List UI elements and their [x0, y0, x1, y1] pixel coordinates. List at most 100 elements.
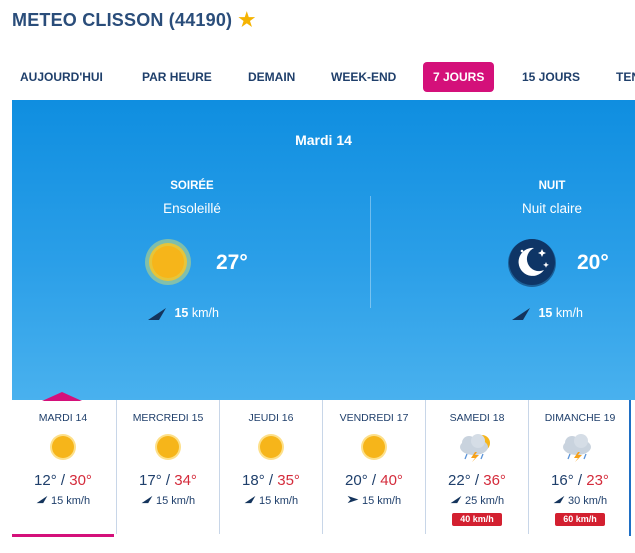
period-wind-night: 15 km/h — [511, 306, 583, 321]
wind-unit: km/h — [377, 495, 402, 507]
storm-cloud-icon — [460, 434, 490, 462]
day-temps: 12° / 30° — [12, 472, 114, 489]
day-wind: 30 km/h — [529, 495, 631, 507]
day-card-friday[interactable]: VENDREDI 17 20° / 40° 15 km/h — [322, 400, 425, 534]
detail-date: Mardi 14 — [295, 132, 352, 148]
day-temps: 17° / 34° — [117, 472, 219, 489]
wind-speed: 25 — [464, 495, 478, 507]
page-title: METEO CLISSON (44190) ★ — [12, 9, 256, 32]
temp-separator: / — [573, 472, 587, 489]
day-name: JEUDI 16 — [248, 412, 294, 424]
day-detail-panel: Mardi 14 SOIRÉE Ensoleillé 27° 15 km/h N… — [12, 100, 635, 400]
sun-icon — [258, 434, 284, 460]
max-temp: 30° — [69, 472, 92, 489]
sun-icon — [155, 434, 181, 460]
wind-unit: km/h — [583, 495, 608, 507]
wind-unit: km/h — [191, 306, 219, 320]
temp-separator: / — [470, 472, 484, 489]
wind-unit: km/h — [66, 495, 91, 507]
wind-direction-icon — [141, 495, 153, 504]
max-temp: 35° — [277, 472, 300, 489]
wind-speed: 15 — [155, 495, 169, 507]
day-temps: 18° / 35° — [220, 472, 322, 489]
wind-speed: 30 — [567, 495, 581, 507]
wind-speed: 15 — [538, 306, 553, 320]
day-card-sunday[interactable]: DIMANCHE 19 16° / 23° 30 km/h 60 km/h — [528, 400, 631, 534]
period-temp-evening: 27° — [216, 251, 248, 274]
strip-edge — [629, 400, 631, 536]
min-temp: 20° — [345, 472, 368, 489]
tab-ten[interactable]: TEN — [616, 62, 635, 92]
day-name: DIMANCHE 19 — [544, 412, 616, 424]
period-desc-evening: Ensoleillé — [163, 201, 221, 216]
wind-unit: km/h — [274, 495, 299, 507]
star-icon[interactable]: ★ — [238, 10, 255, 31]
day-temps: 22° / 36° — [426, 472, 528, 489]
period-wind-evening: 15 km/h — [147, 306, 219, 321]
wind-direction-icon — [450, 495, 462, 504]
period-divider — [370, 196, 371, 308]
storm-cloud-icon — [563, 434, 591, 462]
page-title-text: METEO CLISSON (44190) — [12, 10, 233, 30]
day-wind: 15 km/h — [220, 495, 322, 507]
temp-separator: / — [161, 472, 175, 489]
day-temps: 16° / 23° — [529, 472, 631, 489]
wind-direction-icon — [553, 495, 565, 504]
day-temps: 20° / 40° — [323, 472, 425, 489]
day-card-wednesday[interactable]: MERCREDI 15 17° / 34° 15 km/h — [116, 400, 219, 534]
day-card-thursday[interactable]: JEUDI 16 18° / 35° 15 km/h — [219, 400, 322, 534]
wind-unit: km/h — [480, 495, 505, 507]
daily-forecast-strip: MARDI 14 12° / 30° 15 km/h MERCREDI 15 1… — [12, 400, 631, 537]
wind-direction-icon — [512, 307, 530, 320]
max-temp: 34° — [174, 472, 197, 489]
wind-speed: 15 — [174, 306, 189, 320]
day-name: MARDI 14 — [38, 412, 88, 424]
min-temp: 12° — [34, 472, 57, 489]
temp-separator: / — [56, 472, 70, 489]
min-temp: 22° — [448, 472, 471, 489]
tab-tomorrow[interactable]: DEMAIN — [248, 62, 295, 92]
max-temp: 36° — [483, 472, 506, 489]
period-title-evening: SOIRÉE — [170, 180, 214, 192]
tab-weekend[interactable]: WEEK-END — [331, 62, 396, 92]
tab-15-days[interactable]: 15 JOURS — [522, 62, 580, 92]
min-temp: 18° — [242, 472, 265, 489]
period-temp-night: 20° — [577, 251, 609, 274]
min-temp: 16° — [551, 472, 574, 489]
sun-icon — [50, 434, 76, 460]
day-name: MERCREDI 15 — [132, 412, 204, 424]
tab-today[interactable]: AUJOURD'HUI — [20, 62, 103, 92]
day-name: SAMEDI 18 — [449, 412, 505, 424]
wind-direction-icon — [148, 307, 166, 320]
wind-direction-icon — [244, 495, 256, 504]
max-temp: 23° — [586, 472, 609, 489]
day-name: VENDREDI 17 — [339, 412, 409, 424]
wind-speed: 15 — [361, 495, 375, 507]
day-wind: 15 km/h — [117, 495, 219, 507]
day-wind: 25 km/h — [426, 495, 528, 507]
wind-gust-badge: 40 km/h — [452, 513, 502, 526]
wind-speed: 15 — [258, 495, 272, 507]
tab-hourly[interactable]: PAR HEURE — [142, 62, 212, 92]
temp-separator: / — [367, 472, 381, 489]
temp-separator: / — [264, 472, 278, 489]
min-temp: 17° — [139, 472, 162, 489]
wind-speed: 15 — [50, 495, 64, 507]
wind-direction-icon — [36, 495, 48, 504]
period-desc-night: Nuit claire — [521, 201, 583, 216]
period-title-night: NUIT — [538, 180, 566, 192]
wind-gust-badge: 60 km/h — [555, 513, 605, 526]
day-wind: 15 km/h — [12, 495, 114, 507]
day-card-tuesday[interactable]: MARDI 14 12° / 30° 15 km/h — [12, 400, 114, 537]
max-temp: 40° — [380, 472, 403, 489]
wind-direction-icon — [347, 495, 359, 504]
day-card-saturday[interactable]: SAMEDI 18 22° / 36° 25 km/h 40 km/h — [425, 400, 528, 534]
tab-7-days[interactable]: 7 JOURS — [423, 62, 495, 92]
sun-icon — [145, 239, 191, 285]
wind-unit: km/h — [171, 495, 196, 507]
period-tabs: AUJOURD'HUI PAR HEURE DEMAIN WEEK-END 7 … — [0, 62, 635, 92]
moon-stars-icon — [508, 239, 556, 287]
day-wind: 15 km/h — [323, 495, 425, 507]
wind-unit: km/h — [555, 306, 583, 320]
sun-icon — [361, 434, 387, 460]
